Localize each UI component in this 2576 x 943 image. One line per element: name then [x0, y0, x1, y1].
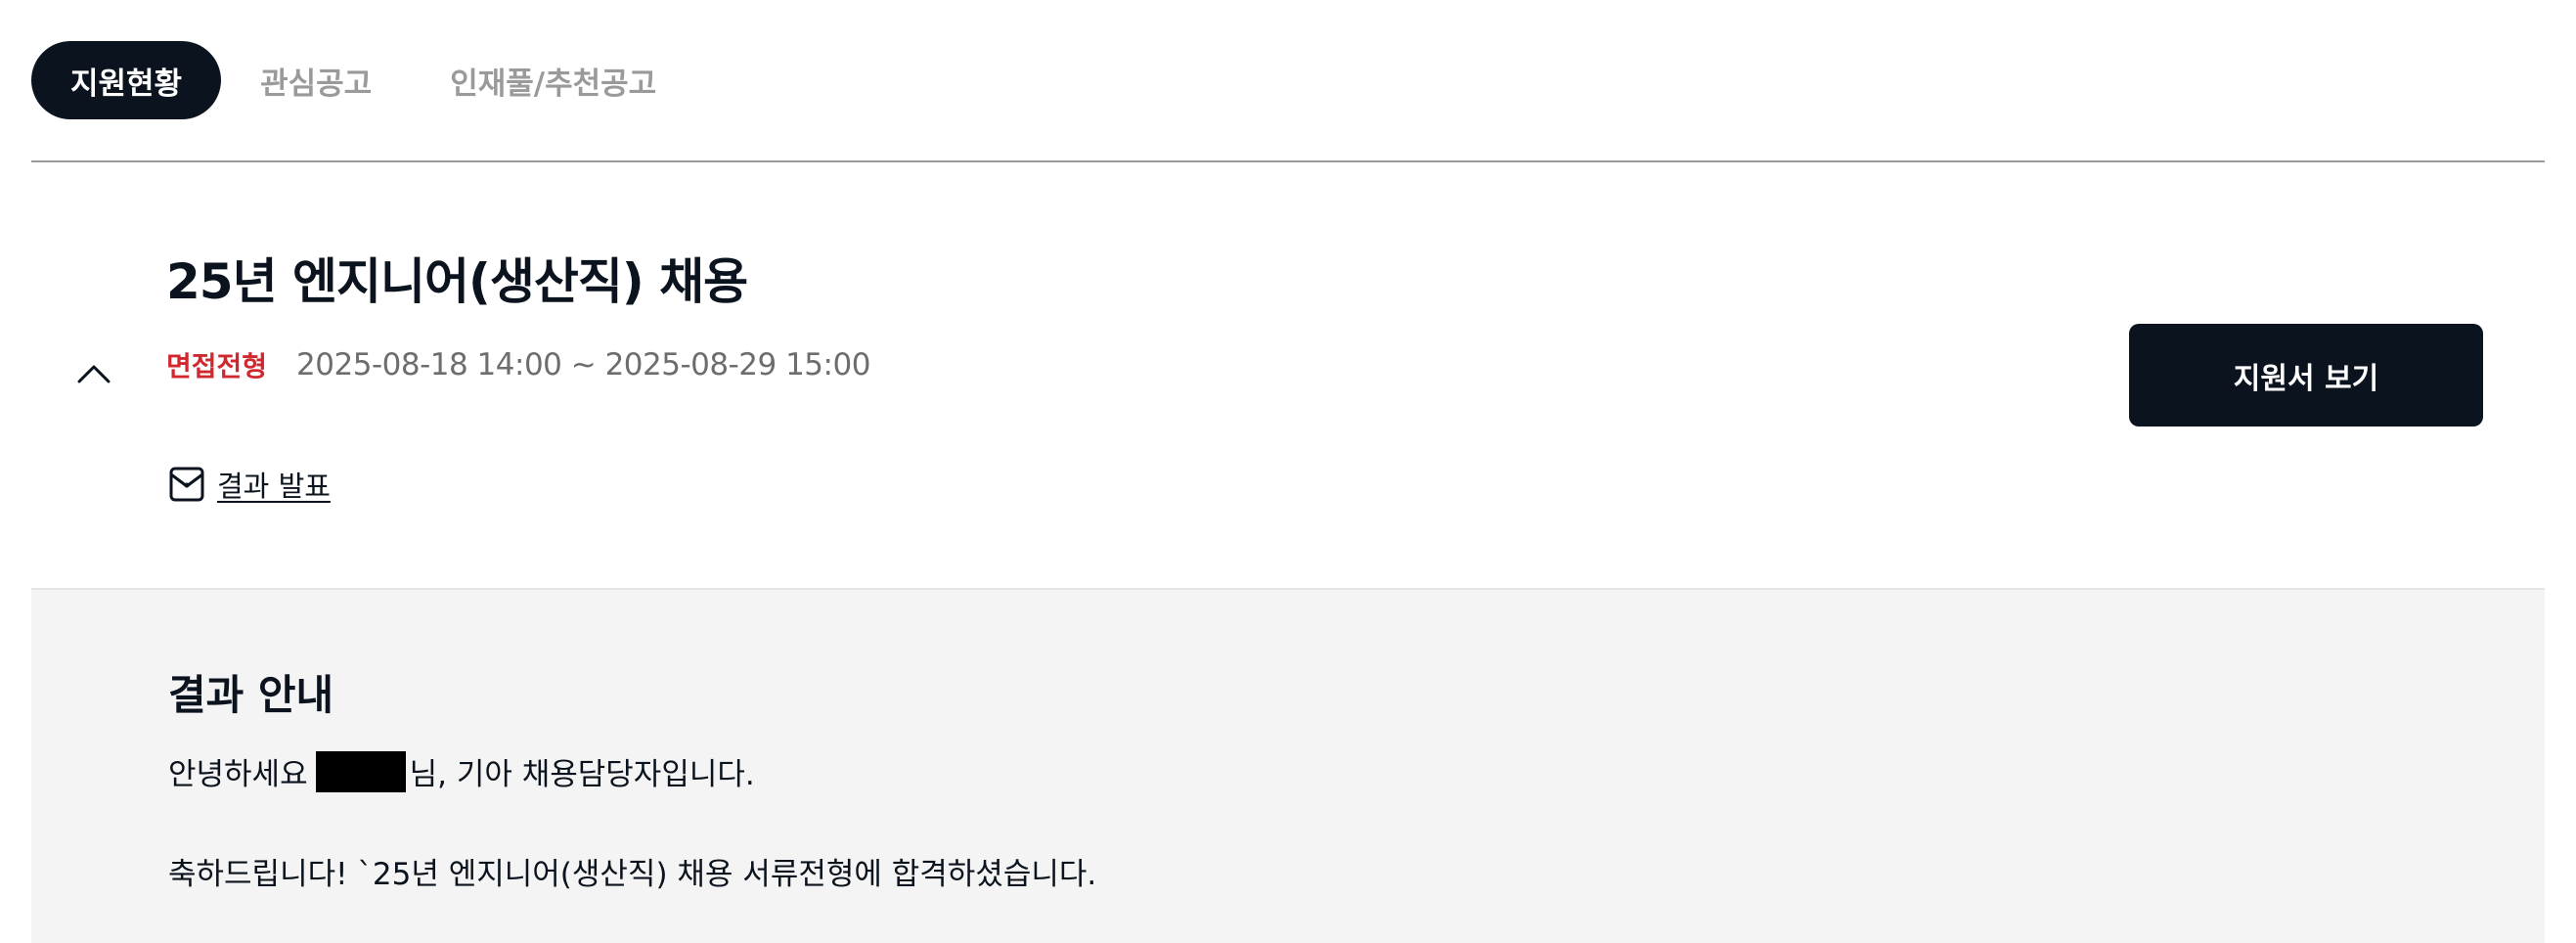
greeting-prefix: 안녕하세요 — [168, 757, 308, 792]
tab-talent-pool[interactable]: 인재풀/추천공고 — [411, 41, 695, 119]
redacted-name — [315, 750, 406, 792]
result-message: 축하드립니다! `25년 엔지니어(생산직) 채용 서류전형에 합격하셨습니다. — [168, 857, 1097, 892]
result-link-label[interactable]: 결과 발표 — [217, 464, 331, 505]
job-title: 25년 엔지니어(생산직) 채용 — [166, 253, 748, 310]
job-meta: 면접전형 2025-08-18 14:00 ~ 2025-08-29 15:00 — [166, 345, 870, 384]
result-announcement-link[interactable]: 결과 발표 — [168, 464, 331, 505]
greeting-suffix: 님, 기아 채용담당자입니다. — [409, 757, 755, 792]
result-panel: 결과 안내 안녕하세요 님, 기아 채용담당자입니다. 축하드립니다! `25년… — [31, 590, 2545, 943]
view-application-button[interactable]: 지원서 보기 — [2129, 324, 2483, 427]
chevron-up-icon[interactable] — [74, 358, 113, 387]
status-badge: 면접전형 — [166, 350, 268, 382]
interview-period: 2025-08-18 14:00 ~ 2025-08-29 15:00 — [296, 347, 870, 382]
tab-application-status[interactable]: 지원현황 — [31, 41, 222, 119]
tab-divider — [31, 160, 2545, 162]
greeting-text: 안녕하세요 님, 기아 채용담당자입니다. — [168, 749, 755, 793]
result-heading: 결과 안내 — [168, 671, 334, 719]
application-status-page: 지원현황 관심공고 인재풀/추천공고 25년 엔지니어(생산직) 채용 면접전형… — [0, 0, 2576, 943]
tab-interested-jobs[interactable]: 관심공고 — [221, 41, 411, 119]
tab-bar: 지원현황 관심공고 인재풀/추천공고 — [31, 41, 695, 119]
mail-icon — [169, 467, 204, 502]
